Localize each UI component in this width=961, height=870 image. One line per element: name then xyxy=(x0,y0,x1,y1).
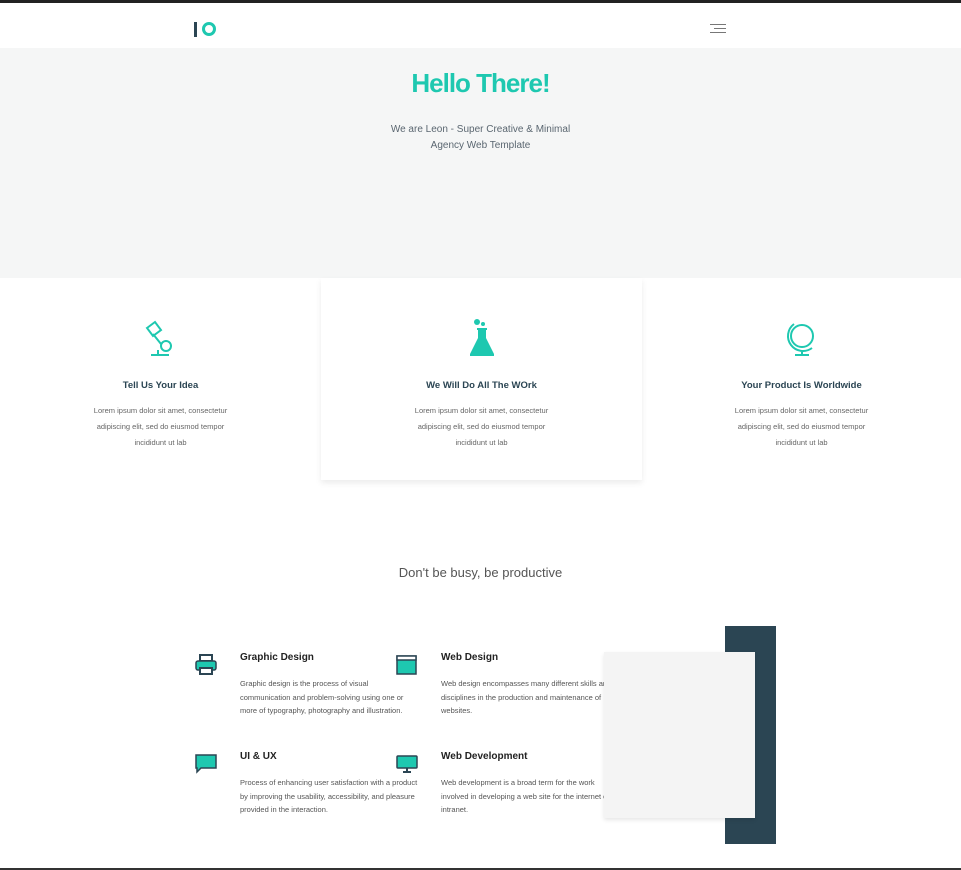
feature-text: Lorem ipsum dolor sit amet, consectetur a… xyxy=(414,406,549,447)
feature-worldwide: Your Product Is Worldwide Lorem ipsum do… xyxy=(642,278,961,480)
speech-bubble-icon xyxy=(195,754,217,774)
image-placeholder xyxy=(604,652,755,818)
tagline: Don't be busy, be productive xyxy=(398,565,563,580)
header xyxy=(0,3,961,48)
printer-icon xyxy=(195,654,217,675)
subtitle-line: We are Leon - Super Creative & Minimal xyxy=(390,124,571,135)
hero-subtitle: We are Leon - Super Creative & Minimal Ag… xyxy=(0,122,961,154)
service-title: Graphic Design xyxy=(240,652,314,663)
desk-lamp-icon xyxy=(145,320,172,356)
hero-title: Hello There! xyxy=(411,68,550,98)
logo[interactable] xyxy=(194,20,216,38)
globe-icon xyxy=(786,323,814,356)
flask-icon xyxy=(469,319,494,356)
feature-work: We Will Do All The WOrk Lorem ipsum dolo… xyxy=(321,278,642,480)
logo-bar xyxy=(194,21,197,37)
service-title: Web Development xyxy=(441,751,528,762)
feature-idea: Tell Us Your Idea Lorem ipsum dolor sit … xyxy=(0,278,321,480)
hero: Hello There! We are Leon - Super Creativ… xyxy=(0,48,961,278)
service-web-design: Web Design Web design encompasses many d… xyxy=(396,652,621,718)
feature-title: Tell Us Your Idea xyxy=(122,380,199,391)
service-text: Process of enhancing user satisfaction w… xyxy=(240,778,418,815)
feature-text: Lorem ipsum dolor sit amet, consectetur a… xyxy=(93,406,228,447)
service-web-development: Web Development Web development is a bro… xyxy=(396,751,621,817)
hamburger-icon[interactable] xyxy=(710,24,726,34)
service-text: Web development is a broad term for the … xyxy=(441,778,621,815)
feature-text: Lorem ipsum dolor sit amet, consectetur a… xyxy=(734,406,869,447)
service-ui-ux: UI & UX Process of enhancing user satisf… xyxy=(195,751,420,817)
browser-window-icon xyxy=(396,655,417,675)
service-graphic-design: Graphic Design Graphic design is the pro… xyxy=(195,652,420,718)
monitor-icon xyxy=(396,755,418,773)
feature-title: We Will Do All The WOrk xyxy=(426,380,537,391)
subtitle-line: Agency Web Template xyxy=(430,140,531,151)
service-text: Web design encompasses many different sk… xyxy=(441,679,612,716)
service-title: UI & UX xyxy=(240,751,277,762)
logo-ring xyxy=(202,22,216,36)
service-text: Graphic design is the process of visual … xyxy=(240,679,404,716)
feature-title: Your Product Is Worldwide xyxy=(741,380,862,391)
service-title: Web Design xyxy=(441,652,499,663)
